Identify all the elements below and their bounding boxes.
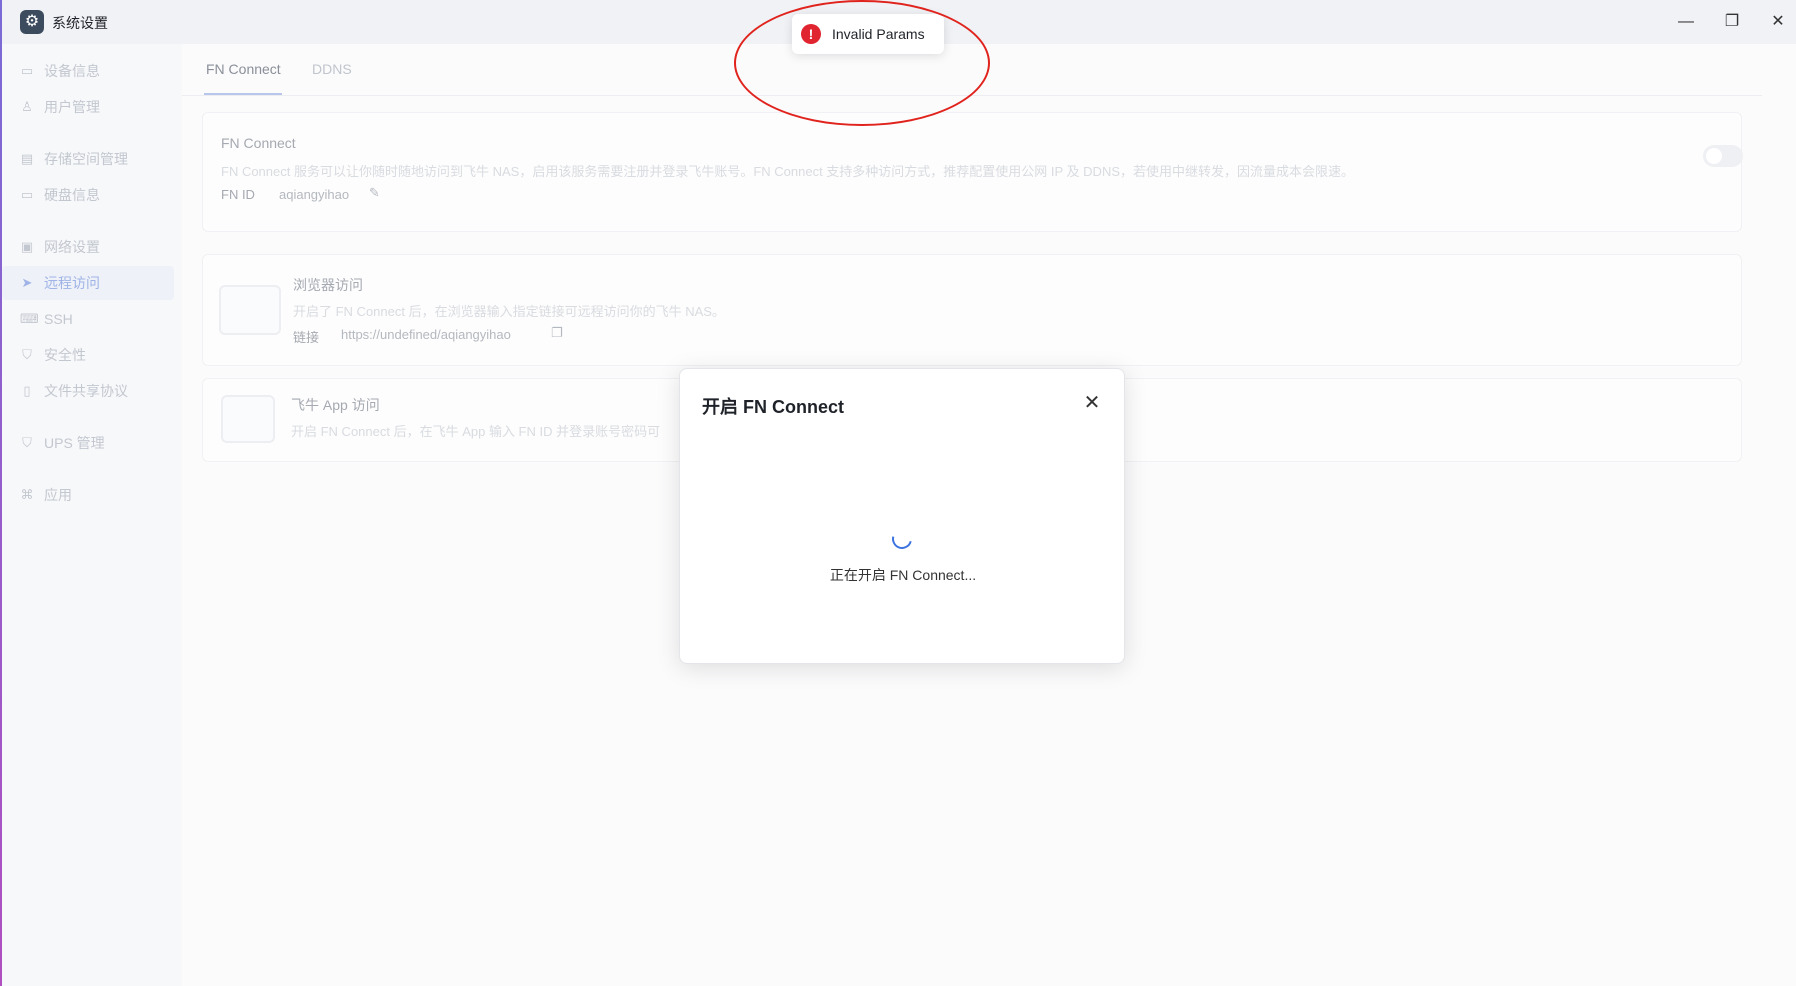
loading-spinner-icon [888,525,916,553]
close-window-button[interactable]: ✕ [1762,8,1794,36]
sidebar-item-label: 设备信息 [44,63,100,79]
sidebar-item-label: 网络设置 [44,239,100,255]
fn-id-label: FN ID [221,187,255,202]
dialog-title: 开启 FN Connect [702,397,844,417]
sidebar-item-label: 用户管理 [44,99,100,115]
browser-illustration-icon [219,285,281,335]
fn-id-value: aqiangyihao [279,187,350,202]
enable-fn-connect-dialog: 开启 FN Connect ✕ 正在开启 FN Connect... [679,368,1125,664]
sidebar-item-storage[interactable]: ▤ 存储空间管理 [2,142,174,176]
shield-icon: ⛉ [22,347,32,362]
device-icon: ▭ [20,63,34,78]
minimize-button[interactable]: — [1670,8,1702,36]
sidebar-item-file-sharing[interactable]: ▯ 文件共享协议 [2,374,174,408]
active-tab-indicator [204,93,282,95]
sidebar-item-ssh[interactable]: ⌨ SSH [2,302,174,336]
network-icon: ▣ [20,239,34,254]
sidebar-item-user-management[interactable]: ♙ 用户管理 [2,90,174,124]
tab-fn-connect[interactable]: FN Connect [206,61,281,77]
user-icon: ♙ [21,99,33,114]
sidebar-item-label: UPS 管理 [44,435,105,451]
dialog-loading-message: 正在开启 FN Connect... [829,567,977,583]
annotation-ellipse [734,0,990,126]
browser-access-card: 浏览器访问 开启了 FN Connect 后，在浏览器输入指定链接可远程访问你的… [202,254,1742,366]
sidebar-item-disk-info[interactable]: ▭ 硬盘信息 [2,178,174,212]
sidebar-item-network[interactable]: ▣ 网络设置 [2,230,174,264]
sidebar: ▭ 设备信息 ♙ 用户管理 ▤ 存储空间管理 ▭ 硬盘信息 ▣ 网络设置 ➤ 远… [2,44,182,986]
disk-icon: ▭ [20,187,34,202]
maximize-button[interactable]: ❐ [1716,8,1748,36]
sidebar-item-label: 安全性 [44,347,86,363]
send-icon: ➤ [21,275,33,290]
apps-icon: ⌘ [20,487,34,502]
fn-connect-description: FN Connect 服务可以让你随时随地访问到飞牛 NAS，启用该服务需要注册… [221,164,1355,179]
terminal-icon: ⌨ [20,311,39,326]
tab-ddns[interactable]: DDNS [312,61,352,77]
browser-access-description: 开启了 FN Connect 后，在浏览器输入指定链接可远程访问你的飞牛 NAS… [293,304,725,319]
window-title: 系统设置 [52,15,108,31]
copy-icon[interactable]: ❐ [551,325,563,341]
file-icon: ▯ [23,383,31,398]
app-access-title: 飞牛 App 访问 [291,397,380,413]
app-access-description: 开启 FN Connect 后，在飞牛 App 输入 FN ID 并登录账号密码… [291,424,661,439]
edit-icon[interactable]: ✎ [369,185,380,201]
link-value: https://undefined/aqiangyihao [341,327,511,342]
sidebar-item-label: 存储空间管理 [44,151,128,167]
sidebar-item-ups[interactable]: ⛉ UPS 管理 [2,426,174,460]
sidebar-item-label: 应用 [44,487,72,503]
storage-icon: ▤ [20,151,34,166]
ups-shield-icon: ⛉ [22,435,32,450]
sidebar-item-remote-access[interactable]: ➤ 远程访问 [2,266,174,300]
browser-access-title: 浏览器访问 [293,277,363,293]
fn-connect-title: FN Connect [221,135,296,151]
fn-connect-card: FN Connect FN Connect 服务可以让你随时随地访问到飞牛 NA… [202,112,1743,232]
sidebar-item-label: 硬盘信息 [44,187,100,203]
sidebar-item-security[interactable]: ⛉ 安全性 [2,338,174,372]
sidebar-item-apps[interactable]: ⌘ 应用 [2,478,174,512]
app-illustration-icon [221,395,275,443]
settings-gear-icon: ⚙ [20,10,44,34]
dialog-close-button[interactable]: ✕ [1080,391,1104,415]
sidebar-item-label: 远程访问 [44,275,100,291]
sidebar-item-device-info[interactable]: ▭ 设备信息 [2,54,174,88]
sidebar-item-label: SSH [44,311,73,327]
sidebar-item-label: 文件共享协议 [44,383,128,399]
fn-connect-toggle[interactable] [1703,145,1743,167]
link-label: 链接 [293,330,320,345]
